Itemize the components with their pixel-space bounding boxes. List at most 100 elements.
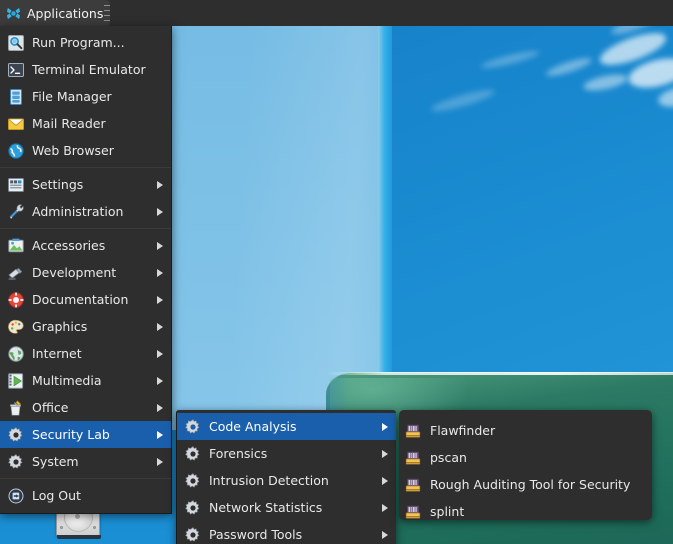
menu-separator: [0, 478, 171, 479]
submenu-item-label: splint: [430, 504, 465, 519]
menu-item-multimedia[interactable]: Multimedia: [0, 367, 171, 394]
chevron-right-icon: [157, 268, 163, 277]
menu-item-system[interactable]: System: [0, 448, 171, 475]
menu-item-graphics[interactable]: Graphics: [0, 313, 171, 340]
submenu-item-label: Forensics: [209, 446, 268, 461]
toolbox-icon: [405, 504, 421, 520]
mail-icon: [8, 116, 24, 132]
submenu-item-label: Password Tools: [209, 527, 303, 542]
submenu-item-password-tools[interactable]: Password Tools: [177, 521, 396, 544]
wallpaper-sky-right: [392, 0, 673, 430]
applications-button[interactable]: Applications: [0, 0, 111, 26]
menu-item-file-manager[interactable]: File Manager: [0, 83, 171, 110]
chevron-right-icon: [157, 376, 163, 385]
submenu-item-rough-auditing-tool-for-security[interactable]: Rough Auditing Tool for Security: [399, 471, 652, 498]
submenu-item-label: pscan: [430, 450, 467, 465]
panel-handle-icon[interactable]: [104, 5, 110, 21]
chevron-right-icon: [157, 180, 163, 189]
menu-item-label: Documentation: [32, 292, 129, 307]
submenu-item-label: Code Analysis: [209, 419, 297, 434]
chevron-right-icon: [382, 449, 388, 458]
menu-item-label: Run Program...: [32, 35, 125, 50]
menu-item-label: Development: [32, 265, 117, 280]
submenu-item-pscan[interactable]: pscan: [399, 444, 652, 471]
toolbox-icon: [405, 477, 421, 493]
chevron-right-icon: [157, 349, 163, 358]
menu-item-label: Security Lab: [32, 427, 110, 442]
menu-item-log-out[interactable]: Log Out: [0, 482, 171, 509]
menu-item-documentation[interactable]: Documentation: [0, 286, 171, 313]
run-program-icon: [8, 34, 24, 51]
submenu-item-flawfinder[interactable]: Flawfinder: [399, 417, 652, 444]
xfce-mouse-icon: [6, 6, 21, 21]
menu-item-settings[interactable]: Settings: [0, 171, 171, 198]
submenu-item-splint[interactable]: splint: [399, 498, 652, 525]
menu-item-terminal-emulator[interactable]: Terminal Emulator: [0, 56, 171, 83]
file-manager-icon: [8, 88, 24, 105]
menu-item-label: Office: [32, 400, 69, 415]
graphics-icon: [8, 319, 24, 335]
menu-item-label: Web Browser: [32, 143, 114, 158]
documentation-icon: [8, 291, 24, 308]
log-out-icon: [8, 488, 24, 504]
security-lab-submenu[interactable]: Code Analysis Forensics Intrusion Detect…: [176, 410, 396, 544]
applications-menu[interactable]: Run Program... Terminal Emulator File Ma…: [0, 26, 172, 514]
chevron-right-icon: [157, 403, 163, 412]
chevron-right-icon: [157, 207, 163, 216]
gear-icon: [185, 418, 201, 435]
chevron-right-icon: [382, 530, 388, 539]
menu-separator: [0, 167, 171, 168]
menu-item-label: Mail Reader: [32, 116, 106, 131]
submenu-item-forensics[interactable]: Forensics: [177, 440, 396, 467]
menu-item-label: Accessories: [32, 238, 106, 253]
menu-item-label: Administration: [32, 204, 124, 219]
administration-icon: [8, 203, 24, 220]
submenu-item-network-statistics[interactable]: Network Statistics: [177, 494, 396, 521]
toolbox-icon: [405, 450, 421, 466]
submenu-item-intrusion-detection[interactable]: Intrusion Detection: [177, 467, 396, 494]
chevron-right-icon: [157, 322, 163, 331]
menu-item-web-browser[interactable]: Web Browser: [0, 137, 171, 164]
menu-item-run-program[interactable]: Run Program...: [0, 29, 171, 56]
development-icon: [8, 265, 24, 281]
submenu-item-code-analysis[interactable]: Code Analysis: [177, 413, 396, 440]
menu-item-label: Internet: [32, 346, 82, 361]
gear-icon: [8, 426, 24, 443]
menu-item-accessories[interactable]: Accessories: [0, 232, 171, 259]
chevron-right-icon: [382, 422, 388, 431]
menu-item-label: Multimedia: [32, 373, 102, 388]
chevron-right-icon: [157, 430, 163, 439]
web-browser-icon: [8, 142, 24, 159]
applications-label: Applications: [27, 5, 104, 21]
menu-item-label: Log Out: [32, 488, 81, 503]
chevron-right-icon: [157, 457, 163, 466]
menu-item-administration[interactable]: Administration: [0, 198, 171, 225]
menu-item-label: File Manager: [32, 89, 112, 104]
internet-icon: [8, 345, 24, 362]
menu-item-label: Terminal Emulator: [32, 62, 146, 77]
accessories-icon: [8, 238, 24, 254]
toolbox-icon: [405, 423, 421, 439]
menu-item-development[interactable]: Development: [0, 259, 171, 286]
multimedia-icon: [8, 372, 24, 389]
menu-item-mail-reader[interactable]: Mail Reader: [0, 110, 171, 137]
menu-item-internet[interactable]: Internet: [0, 340, 171, 367]
terminal-icon: [8, 62, 24, 78]
settings-icon: [8, 177, 24, 193]
menu-item-label: Graphics: [32, 319, 88, 334]
code-analysis-submenu[interactable]: Flawfinder pscan Rough Auditing Tool for…: [399, 410, 652, 520]
gear-icon: [185, 445, 201, 462]
submenu-item-label: Intrusion Detection: [209, 473, 329, 488]
chevron-right-icon: [382, 476, 388, 485]
submenu-item-label: Rough Auditing Tool for Security: [430, 477, 631, 492]
submenu-item-label: Network Statistics: [209, 500, 323, 515]
menu-item-label: Settings: [32, 177, 84, 192]
gear-icon: [185, 526, 201, 543]
top-panel: Applications: [0, 0, 673, 26]
menu-item-label: System: [32, 454, 79, 469]
chevron-right-icon: [157, 295, 163, 304]
menu-item-security-lab[interactable]: Security Lab: [0, 421, 171, 448]
menu-separator: [0, 228, 171, 229]
gear-icon: [185, 499, 201, 516]
menu-item-office[interactable]: Office: [0, 394, 171, 421]
